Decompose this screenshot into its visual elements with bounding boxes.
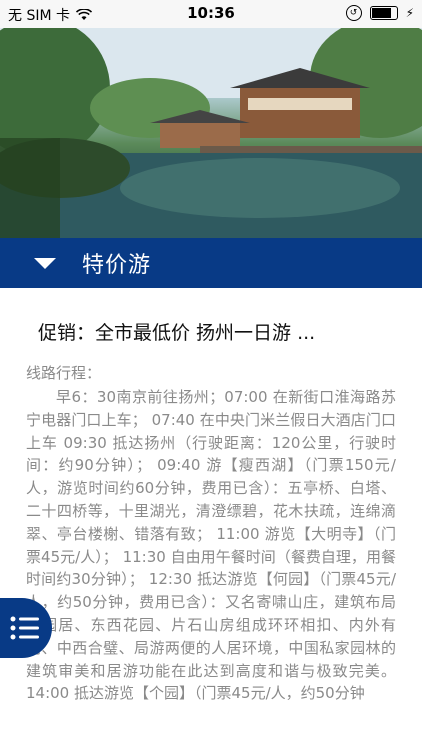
battery-icon (369, 6, 398, 20)
route-description: 早6：30南京前往扬州；07:00 在新街口淮海路苏宁电器门口上车； 07:40… (26, 388, 396, 703)
section-title: 特价游 (82, 253, 152, 278)
status-bar: 无 SIM 卡 10:36 ↺ ⚡ (0, 0, 422, 28)
list-menu-icon (10, 616, 39, 640)
route-label: 线路行程： (26, 364, 102, 382)
charging-icon: ⚡ (405, 6, 414, 20)
promo-title[interactable]: 促销：全市最低价 扬州一日游 ... (38, 318, 398, 345)
hero-garden-image (0, 28, 422, 238)
section-header[interactable]: 特价游 (0, 238, 422, 288)
caret-down-icon[interactable] (34, 257, 56, 269)
rotation-lock-icon: ↺ (345, 5, 362, 21)
